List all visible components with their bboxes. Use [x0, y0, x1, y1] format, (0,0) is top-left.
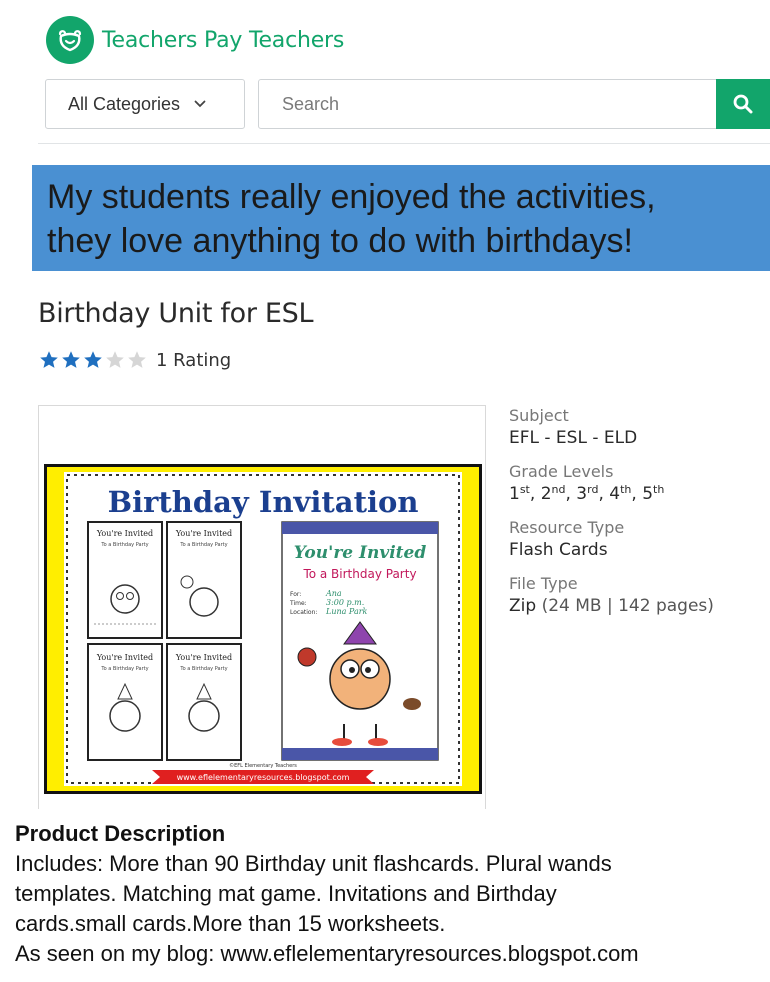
subject-value[interactable]: EFL - ESL - ELD: [509, 426, 769, 450]
small-card-1: You're Invited To a Birthday Party: [87, 521, 163, 639]
small-card-3-subtitle: To a Birthday Party: [100, 666, 148, 672]
description-line-1: Includes: More than 90 Birthday unit fla…: [15, 851, 612, 876]
tpt-logo[interactable]: Teachers Pay Teachers: [46, 16, 344, 64]
banner-line-2: they love anything to do with birthdays!: [47, 222, 633, 260]
small-card-4: You're Invited To a Birthday Party: [166, 643, 242, 761]
category-select[interactable]: All Categories: [45, 79, 245, 129]
product-title: Birthday Unit for ESL: [38, 298, 314, 329]
apple-logo-icon: [46, 16, 94, 64]
grade-5: 5: [642, 484, 654, 504]
small-card-3-title: You're Invited: [96, 653, 153, 662]
invitation-subtitle: To a Birthday Party: [302, 567, 416, 581]
file-type-label: File Type: [509, 574, 578, 593]
logo-text: Teachers Pay Teachers: [102, 27, 345, 53]
invitation-card: You're Invited To a Birthday Party For: …: [281, 521, 439, 761]
preview-image: Birthday Invitation You're Invited To a …: [44, 464, 482, 794]
star-empty-icon: [106, 351, 124, 368]
resource-type-value[interactable]: Flash Cards: [509, 538, 769, 562]
invitation-title: You're Invited: [294, 543, 427, 563]
small-card-2-title: You're Invited: [175, 529, 232, 538]
star-filled-icon: [62, 351, 80, 368]
grade-1: 1: [509, 484, 520, 504]
grade-levels-label: Grade Levels: [509, 462, 614, 481]
grade-3-suffix: rd: [587, 483, 599, 496]
value-for: Ana: [325, 589, 342, 598]
description-line-2: templates. Matching mat game. Invitation…: [15, 881, 557, 906]
field-time: Time:: [289, 600, 307, 607]
rating-stars: [38, 349, 148, 371]
value-time: 3:00 p.m.: [326, 598, 364, 607]
category-select-label: All Categories: [68, 93, 181, 114]
grade-4: 4: [609, 484, 621, 504]
product-description: Product Description Includes: More than …: [15, 819, 755, 969]
grade-2: 2: [540, 484, 552, 504]
small-card-2-subtitle: To a Birthday Party: [179, 542, 227, 548]
product-preview[interactable]: Birthday Invitation You're Invited To a …: [38, 405, 486, 809]
resource-type-label: Resource Type: [509, 518, 625, 537]
preview-heading: Birthday Invitation: [108, 485, 419, 519]
preview-url: www.eflelementaryresources.blogspot.com: [177, 773, 350, 782]
field-for: For:: [290, 591, 301, 598]
rating[interactable]: 1 Rating: [38, 349, 231, 371]
grade-3: 3: [576, 484, 588, 504]
description-title: Product Description: [15, 821, 226, 846]
grade-levels-value[interactable]: 1st, 2nd, 3rd, 4th, 5th: [509, 482, 769, 506]
small-card-1-subtitle: To a Birthday Party: [100, 542, 148, 548]
product-meta: Subject EFL - ESL - ELD Grade Levels 1st…: [509, 406, 769, 630]
small-card-1-title: You're Invited: [96, 529, 153, 538]
banner-line-1: My students really enjoyed the activitie…: [47, 178, 656, 216]
search-button[interactable]: [716, 79, 770, 129]
description-line-4: As seen on my blog: www.eflelementaryres…: [15, 941, 639, 966]
star-filled-icon: [40, 351, 58, 368]
small-card-4-subtitle: To a Birthday Party: [179, 666, 227, 672]
chevron-down-icon: [194, 100, 206, 108]
star-empty-icon: [128, 351, 146, 368]
small-card-4-title: You're Invited: [175, 653, 232, 662]
header-divider: [38, 143, 770, 144]
site-header: Teachers Pay Teachers All Categories: [0, 0, 770, 150]
star-filled-icon: [84, 351, 102, 368]
search-icon: [733, 94, 753, 114]
search-box: [258, 79, 770, 129]
description-line-3: cards.small cards.More than 15 worksheet…: [15, 911, 446, 936]
file-details: (24 MB | 142 pages): [536, 596, 714, 616]
field-location: Location:: [290, 609, 317, 616]
file-type: Zip: [509, 596, 537, 616]
search-input[interactable]: [259, 80, 717, 128]
grade-2-suffix: nd: [551, 483, 566, 496]
value-location: Luna Park: [325, 607, 368, 616]
grade-4-suffix: th: [620, 483, 632, 496]
review-banner: My students really enjoyed the activitie…: [32, 165, 770, 271]
preview-credit: ©EFL Elementary Teachers: [229, 762, 297, 769]
file-type-value: Zip (24 MB | 142 pages): [509, 594, 769, 618]
grade-1-suffix: st: [519, 483, 530, 496]
rating-count[interactable]: 1 Rating: [156, 350, 231, 371]
small-card-3: You're Invited To a Birthday Party: [87, 643, 163, 761]
grade-5-suffix: th: [653, 483, 665, 496]
subject-label: Subject: [509, 406, 569, 425]
small-card-2: You're Invited To a Birthday Party: [166, 521, 242, 639]
